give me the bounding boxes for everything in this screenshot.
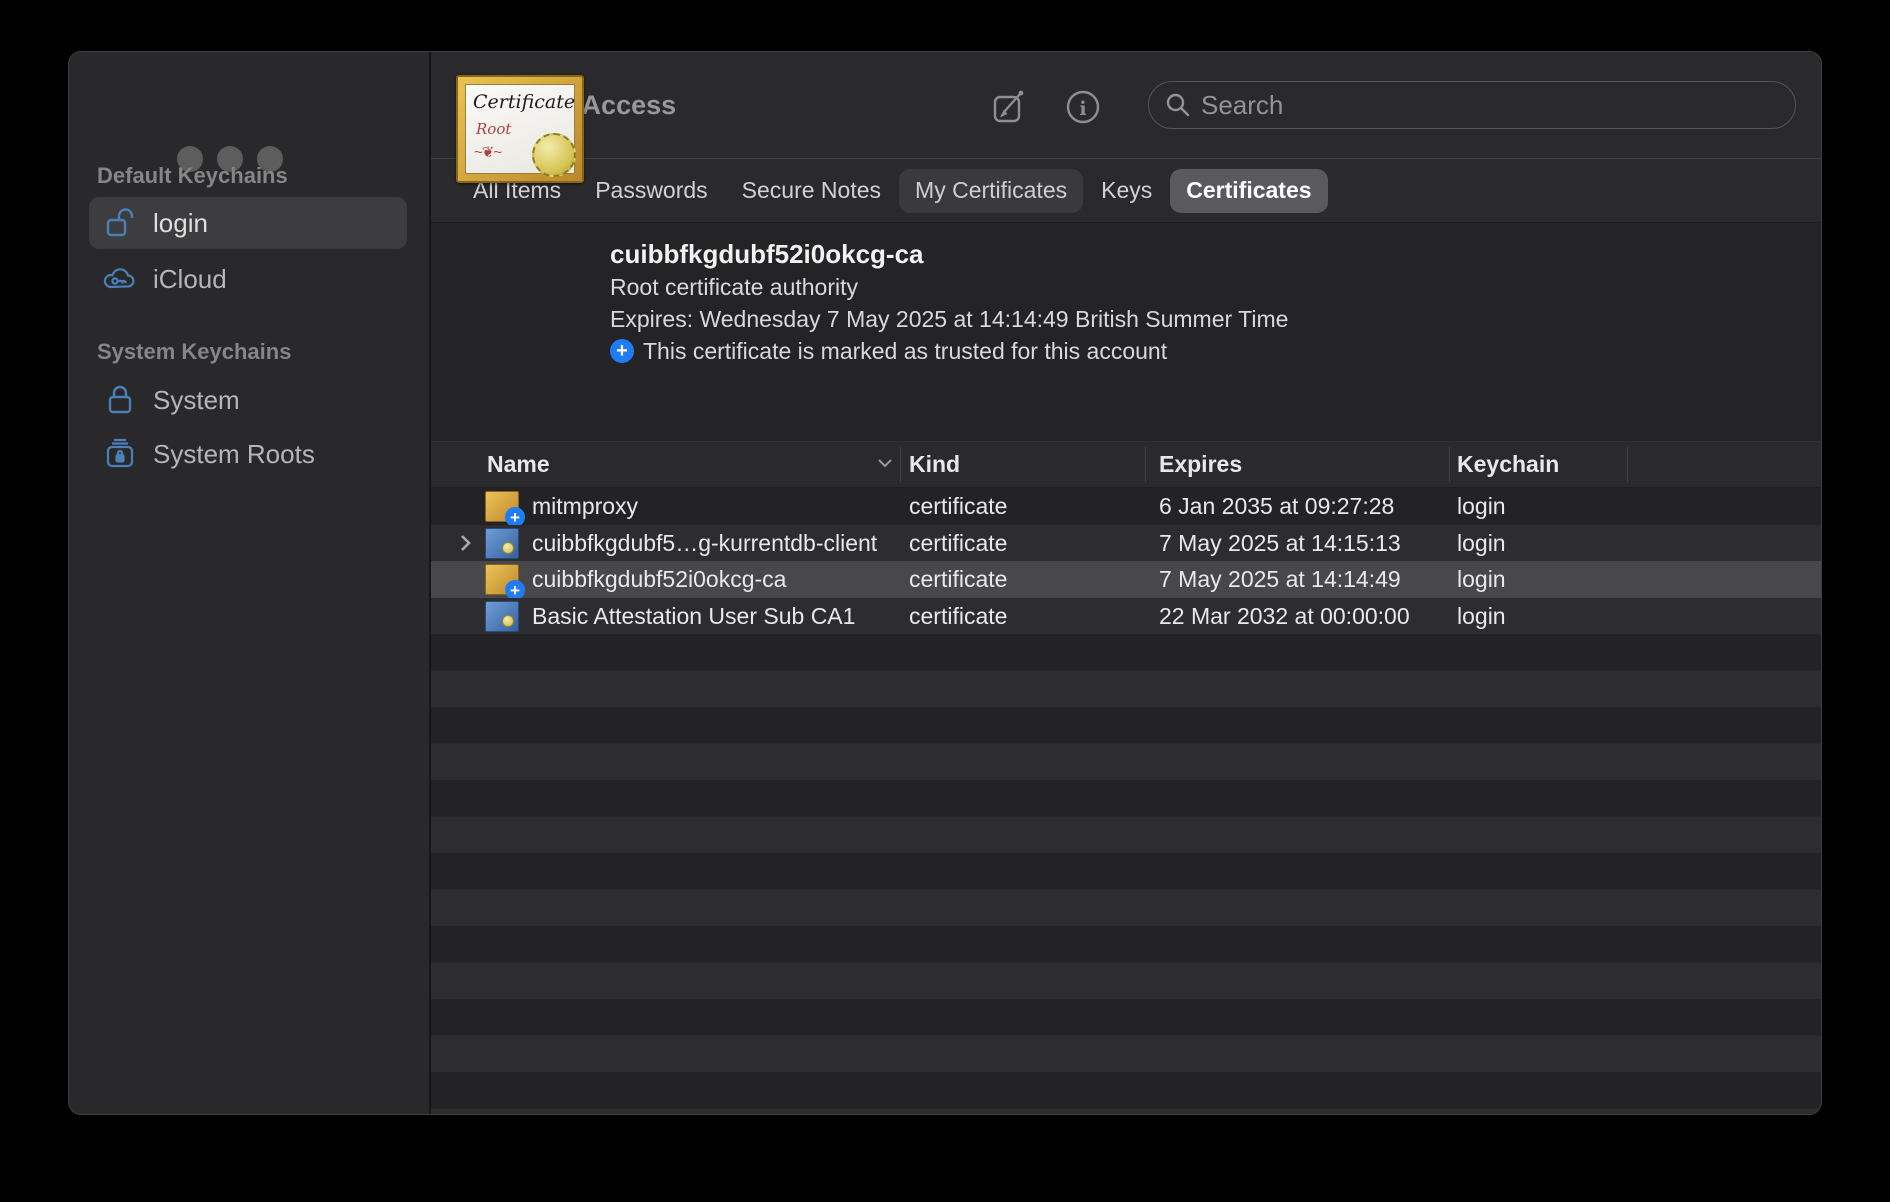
search-icon [1165, 92, 1191, 118]
sidebar-item-system[interactable]: System [89, 374, 407, 426]
tab-secure-notes[interactable]: Secure Notes [726, 169, 897, 213]
column-header-kind[interactable]: Kind [909, 442, 960, 487]
certificate-kind: Root certificate authority [610, 271, 1288, 303]
compose-icon [990, 88, 1028, 126]
tab-certificates[interactable]: Certificates [1170, 169, 1327, 213]
search-input[interactable] [1201, 90, 1761, 121]
root-certificate-icon: Certificate Root ~❦~ [456, 75, 584, 183]
sidebar-item-label: login [153, 208, 208, 239]
certificate-trust-status: + This certificate is marked as trusted … [610, 335, 1288, 367]
sidebar-item-icloud[interactable]: iCloud [89, 253, 407, 305]
gold-seal-icon [532, 133, 576, 177]
certificate-expiry: Expires: Wednesday 7 May 2025 at 14:14:4… [610, 303, 1288, 335]
certificate-seal-icon [485, 598, 519, 635]
table-row[interactable]: Basic Attestation User Sub CA1 certifica… [431, 598, 1822, 635]
search-field[interactable] [1148, 81, 1796, 129]
sidebar-item-system-roots[interactable]: System Roots [89, 428, 407, 480]
keychain-access-window: Default Keychains login iCloud System Ke… [68, 51, 1822, 1115]
unlocked-padlock-icon [103, 206, 137, 240]
svg-text:i: i [1079, 98, 1086, 120]
compose-button[interactable] [987, 85, 1031, 129]
info-button[interactable]: i [1061, 85, 1105, 129]
column-header-expires[interactable]: Expires [1159, 442, 1242, 487]
column-header-keychain[interactable]: Keychain [1457, 442, 1559, 487]
table-row[interactable]: + mitmproxy certificate 6 Jan 2035 at 09… [431, 488, 1822, 525]
tab-passwords[interactable]: Passwords [579, 169, 723, 213]
info-icon: i [1063, 87, 1103, 127]
column-header-name[interactable]: Name [487, 442, 550, 487]
sidebar-section-default-keychains: Default Keychains [97, 162, 288, 190]
certificate-name: cuibbfkgdubf52i0okcg-ca [610, 237, 1288, 271]
sidebar-section-system-keychains: System Keychains [97, 338, 291, 366]
sort-chevron-down-icon [875, 456, 895, 470]
locked-padlock-icon [103, 383, 137, 417]
sidebar-item-label: System Roots [153, 439, 315, 470]
sidebar: Default Keychains login iCloud System Ke… [69, 52, 429, 1114]
cloud-key-icon [103, 262, 137, 296]
table-row[interactable]: cuibbfkgdubf5…g-kurrentdb-client certifi… [431, 525, 1822, 562]
certificate-detail: cuibbfkgdubf52i0okcg-ca Root certificate… [610, 237, 1288, 367]
tab-my-certificates[interactable]: My Certificates [899, 169, 1083, 213]
certificate-seal-icon [485, 525, 519, 562]
certificate-trusted-root-icon: + [485, 488, 519, 525]
sidebar-item-label: iCloud [153, 264, 227, 295]
table-header: Name Kind Expires Keychain [431, 441, 1822, 488]
empty-row-stripes [431, 634, 1822, 1114]
table-row-selected[interactable]: + cuibbfkgdubf52i0okcg-ca certificate 7 … [431, 561, 1822, 598]
category-tabbar: All Items Passwords Secure Notes My Cert… [431, 158, 1822, 223]
trusted-plus-badge-icon: + [610, 339, 634, 363]
sidebar-item-login[interactable]: login [89, 197, 407, 249]
disclosure-chevron-icon[interactable] [458, 525, 472, 562]
main-pane: Keychain Access i All Items Passwords Se… [431, 52, 1822, 1114]
tab-keys[interactable]: Keys [1085, 169, 1168, 213]
certificate-trusted-root-icon: + [485, 561, 519, 598]
roots-archive-lock-icon [103, 437, 137, 471]
sidebar-item-label: System [153, 385, 240, 416]
